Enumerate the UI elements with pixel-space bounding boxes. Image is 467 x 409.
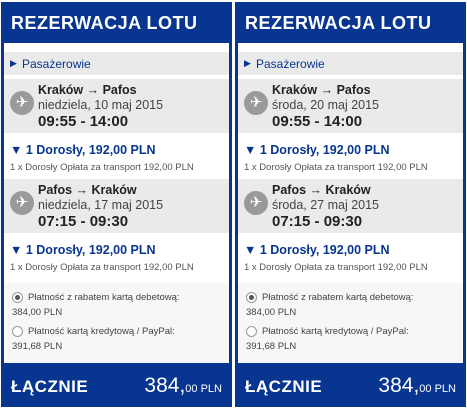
payment-options: Płatność z rabatem kartą debetową: 384,0… bbox=[4, 283, 229, 363]
return-flight: ✈ Pafos → Kraków środa, 27 maj 2015 07:1… bbox=[238, 179, 463, 233]
flight-route: Pafos → Kraków bbox=[38, 183, 137, 197]
triangle-down-icon: ▼ bbox=[244, 243, 260, 257]
outbound-flight: ✈ Kraków → Pafos niedziela, 10 maj 2015 … bbox=[4, 79, 229, 133]
fare-breakdown-return[interactable]: ▼ 1 Dorosły, 192,00 PLN 1 x Dorosły Opła… bbox=[238, 235, 463, 279]
total-bar: ŁĄCZNIE 384,00 PLN bbox=[236, 365, 465, 405]
booking-panel-2: REZERWACJA LOTU ▶ Pasażerowie ✈ Kraków →… bbox=[235, 2, 466, 407]
triangle-right-icon: ▶ bbox=[10, 58, 17, 68]
return-flight: ✈ Pafos → Kraków niedziela, 17 maj 2015 … bbox=[4, 179, 229, 233]
plane-icon: ✈ bbox=[10, 91, 34, 115]
passenger-fare-label: 1 Dorosły, 192,00 PLN bbox=[25, 243, 156, 257]
debit-card-radio[interactable] bbox=[12, 292, 23, 303]
passenger-fare-label: 1 Dorosły, 192,00 PLN bbox=[259, 243, 390, 257]
flight-date: środa, 20 maj 2015 bbox=[272, 98, 380, 112]
triangle-down-icon: ▼ bbox=[244, 143, 260, 157]
credit-card-radio[interactable] bbox=[246, 326, 257, 337]
payment-option-label: Płatność z rabatem kartą debetową: bbox=[262, 292, 414, 303]
fare-detail: 1 x Dorosły Opłata za transport 192,00 P… bbox=[244, 162, 428, 173]
booking-details: ▶ Pasażerowie ✈ Kraków → Pafos niedziela… bbox=[4, 43, 229, 363]
passengers-toggle[interactable]: ▶ Pasażerowie bbox=[238, 52, 463, 75]
payment-option-label: Płatność kartą kredytową / PayPal: bbox=[28, 326, 175, 337]
total-label: ŁĄCZNIE bbox=[245, 377, 323, 396]
triangle-down-icon: ▼ bbox=[10, 243, 26, 257]
booking-details: ▶ Pasażerowie ✈ Kraków → Pafos środa, 20… bbox=[238, 43, 463, 363]
triangle-down-icon: ▼ bbox=[10, 143, 26, 157]
outbound-flight: ✈ Kraków → Pafos środa, 20 maj 2015 09:5… bbox=[238, 79, 463, 133]
panel-title: REZERWACJA LOTU bbox=[245, 13, 432, 33]
passenger-fare-label: 1 Dorosły, 192,00 PLN bbox=[259, 143, 390, 157]
flight-time: 09:55 - 14:00 bbox=[38, 113, 129, 130]
total-label: ŁĄCZNIE bbox=[11, 377, 89, 396]
payment-option-amount: 391,68 PLN bbox=[12, 341, 63, 352]
flight-time: 07:15 - 09:30 bbox=[38, 213, 129, 230]
flight-date: niedziela, 10 maj 2015 bbox=[38, 98, 164, 112]
payment-option-label: Płatność z rabatem kartą debetową: bbox=[28, 292, 180, 303]
total-bar: ŁĄCZNIE 384,00 PLN bbox=[2, 365, 231, 405]
plane-icon: ✈ bbox=[244, 191, 268, 215]
total-price: 384,00 PLN bbox=[144, 374, 222, 398]
booking-panel-1: REZERWACJA LOTU ▶ Pasażerowie ✈ Kraków →… bbox=[1, 2, 232, 407]
passengers-toggle[interactable]: ▶ Pasażerowie bbox=[4, 52, 229, 75]
fare-breakdown-outbound[interactable]: ▼ 1 Dorosły, 192,00 PLN 1 x Dorosły Opła… bbox=[238, 135, 463, 179]
flight-route: Kraków → Pafos bbox=[38, 83, 137, 97]
triangle-right-icon: ▶ bbox=[244, 58, 251, 68]
passenger-fare-label: 1 Dorosły, 192,00 PLN bbox=[25, 143, 156, 157]
credit-card-radio[interactable] bbox=[12, 326, 23, 337]
plane-icon: ✈ bbox=[10, 191, 34, 215]
fare-detail: 1 x Dorosły Opłata za transport 192,00 P… bbox=[10, 162, 194, 173]
fare-detail: 1 x Dorosły Opłata za transport 192,00 P… bbox=[10, 262, 194, 273]
fare-detail: 1 x Dorosły Opłata za transport 192,00 P… bbox=[244, 262, 428, 273]
fare-breakdown-outbound[interactable]: ▼ 1 Dorosły, 192,00 PLN 1 x Dorosły Opła… bbox=[4, 135, 229, 179]
flight-time: 07:15 - 09:30 bbox=[272, 213, 363, 230]
debit-card-radio[interactable] bbox=[246, 292, 257, 303]
flight-route: Pafos → Kraków bbox=[272, 183, 371, 197]
total-price-decimal: 00 PLN bbox=[419, 383, 456, 395]
payment-option-amount: 384,00 PLN bbox=[12, 307, 63, 318]
payment-options: Płatność z rabatem kartą debetową: 384,0… bbox=[238, 283, 463, 363]
plane-icon: ✈ bbox=[244, 91, 268, 115]
total-price-decimal: 00 PLN bbox=[185, 383, 222, 395]
flight-time: 09:55 - 14:00 bbox=[272, 113, 363, 130]
payment-option-label: Płatność kartą kredytową / PayPal: bbox=[262, 326, 409, 337]
payment-option-amount: 384,00 PLN bbox=[246, 307, 297, 318]
fare-breakdown-return[interactable]: ▼ 1 Dorosły, 192,00 PLN 1 x Dorosły Opła… bbox=[4, 235, 229, 279]
payment-option-amount: 391,68 PLN bbox=[246, 341, 297, 352]
flight-route: Kraków → Pafos bbox=[272, 83, 371, 97]
panel-title: REZERWACJA LOTU bbox=[11, 13, 198, 33]
passengers-label: Pasażerowie bbox=[22, 57, 91, 71]
flight-date: środa, 27 maj 2015 bbox=[272, 198, 380, 212]
passengers-label: Pasażerowie bbox=[256, 57, 325, 71]
total-price: 384,00 PLN bbox=[378, 374, 456, 398]
total-price-main: 384, bbox=[378, 374, 420, 397]
flight-date: niedziela, 17 maj 2015 bbox=[38, 198, 164, 212]
total-price-main: 384, bbox=[144, 374, 186, 397]
